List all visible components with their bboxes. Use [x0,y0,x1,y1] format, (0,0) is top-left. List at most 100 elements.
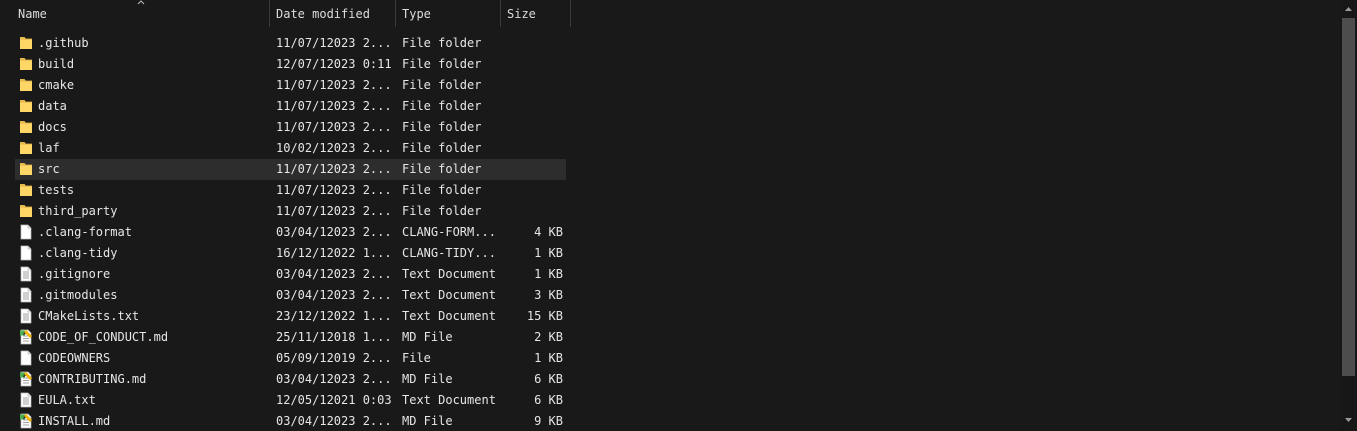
folder-icon [19,98,33,114]
file-date-modified: 05/09/12019 2... [276,351,392,365]
markdown-file-icon [19,371,33,387]
markdown-file-icon [19,329,33,345]
text-file-icon [19,392,33,408]
file-name: src [38,162,60,176]
file-date-modified: 03/04/12023 2... [276,225,392,239]
file-name: CODEOWNERS [38,351,111,365]
file-date-modified: 23/12/12022 1... [276,309,392,323]
folder-row[interactable]: third_party 11/07/12023 2... File folder [15,201,566,222]
file-type: Text Document [402,393,496,407]
text-file-icon [19,308,33,324]
file-name: docs [38,120,67,134]
text-file-icon [19,266,33,282]
folder-row[interactable]: docs 11/07/12023 2... File folder [15,117,566,138]
file-type: File folder [402,183,482,197]
file-name: .github [38,36,89,50]
text-file-icon [19,287,33,303]
file-type: Text Document [402,267,496,281]
file-size: 6 KB [534,393,563,407]
file-name: CONTRIBUTING.md [38,372,147,386]
file-name: EULA.txt [38,393,96,407]
file-row[interactable]: INSTALL.md 03/04/12023 2... MD File 9 KB [15,411,566,431]
file-type: File folder [402,162,482,176]
file-size [502,201,563,222]
file-size [502,138,563,159]
file-type: File folder [402,204,482,218]
file-date-modified: 11/07/12023 2... [276,78,392,92]
scroll-down-icon[interactable] [1342,414,1355,426]
file-date-modified: 10/02/12023 2... [276,141,392,155]
file-name: CMakeLists.txt [38,309,140,323]
file-name: .clang-tidy [38,246,118,260]
file-date-modified: 03/04/12023 2... [276,372,392,386]
scroll-up-icon[interactable] [1342,3,1355,15]
folder-row[interactable]: data 11/07/12023 2... File folder [15,96,566,117]
folder-row[interactable]: cmake 11/07/12023 2... File folder [15,75,566,96]
file-row[interactable]: .clang-tidy 16/12/12022 1... CLANG-TIDY...… [15,243,566,264]
file-date-modified: 12/05/12021 0:03 [276,393,392,407]
file-size: 1 KB [534,246,563,260]
column-separator[interactable] [570,0,571,27]
file-type: MD File [402,372,453,386]
file-size: 9 KB [534,414,563,428]
folder-icon [19,35,33,51]
file-size [502,96,563,117]
file-name: .gitmodules [38,288,118,302]
column-header-type[interactable]: Type [396,0,500,27]
file-name: .gitignore [38,267,111,281]
scrollbar-thumb[interactable] [1342,18,1355,376]
folder-icon [19,140,33,156]
file-size: 2 KB [534,330,563,344]
file-size: 1 KB [534,267,563,281]
file-type: CLANG-TIDY... [402,246,496,260]
file-size: 1 KB [534,351,563,365]
file-size [502,117,563,138]
file-type: File folder [402,141,482,155]
file-name: INSTALL.md [38,414,111,428]
file-row[interactable]: CODE_OF_CONDUCT.md 25/11/12018 1... MD Fil… [15,327,566,348]
file-type: MD File [402,330,453,344]
file-name: build [38,57,75,71]
file-type: CLANG-FORM... [402,225,496,239]
folder-icon [19,119,33,135]
file-row[interactable]: CODEOWNERS 05/09/12019 2... File 1 KB [15,348,566,369]
file-row[interactable]: .clang-format 03/04/12023 2... CLANG-FORM.… [15,222,566,243]
file-date-modified: 03/04/12023 2... [276,267,392,281]
file-type: File folder [402,36,482,50]
file-date-modified: 11/07/12023 2... [276,183,392,197]
folder-row[interactable]: laf 10/02/12023 2... File folder [15,138,566,159]
blank-file-icon [19,245,33,261]
file-row[interactable]: .gitignore 03/04/12023 2... Text Document 1… [15,264,566,285]
file-name: data [38,99,67,113]
file-row[interactable]: CMakeLists.txt 23/12/12022 1... Text Docum… [15,306,566,327]
column-header-size[interactable]: Size [501,0,570,27]
sort-ascending-icon [137,0,145,5]
file-date-modified: 12/07/12023 0:11 [276,57,392,71]
folder-row[interactable]: build 12/07/12023 0:11 File folder [15,54,566,75]
file-row[interactable]: EULA.txt 12/05/12021 0:03 Text Document 6 K… [15,390,566,411]
blank-file-icon [19,350,33,366]
file-type: File folder [402,120,482,134]
folder-row[interactable]: .github 11/07/12023 2... File folder [15,33,566,54]
file-date-modified: 11/07/12023 2... [276,36,392,50]
file-size [502,75,563,96]
folder-row[interactable]: src 11/07/12023 2... File folder [15,159,566,180]
file-type: File folder [402,78,482,92]
column-header-bar: Name Date modified Type Size [0,0,1340,27]
file-type: File folder [402,99,482,113]
file-type: File [402,351,431,365]
file-name: .clang-format [38,225,132,239]
file-type: MD File [402,414,453,428]
file-name: third_party [38,204,118,218]
column-header-date-modified[interactable]: Date modified [270,0,395,27]
file-row[interactable]: .gitmodules 03/04/12023 2... Text Document… [15,285,566,306]
file-row[interactable]: CONTRIBUTING.md 03/04/12023 2... MD File 6 … [15,369,566,390]
file-date-modified: 11/07/12023 2... [276,204,392,218]
folder-icon [19,161,33,177]
folder-row[interactable]: tests 11/07/12023 2... File folder [15,180,566,201]
file-date-modified: 11/07/12023 2... [276,162,392,176]
folder-icon [19,56,33,72]
file-date-modified: 11/07/12023 2... [276,99,392,113]
file-size: 3 KB [534,288,563,302]
file-size: 6 KB [534,372,563,386]
